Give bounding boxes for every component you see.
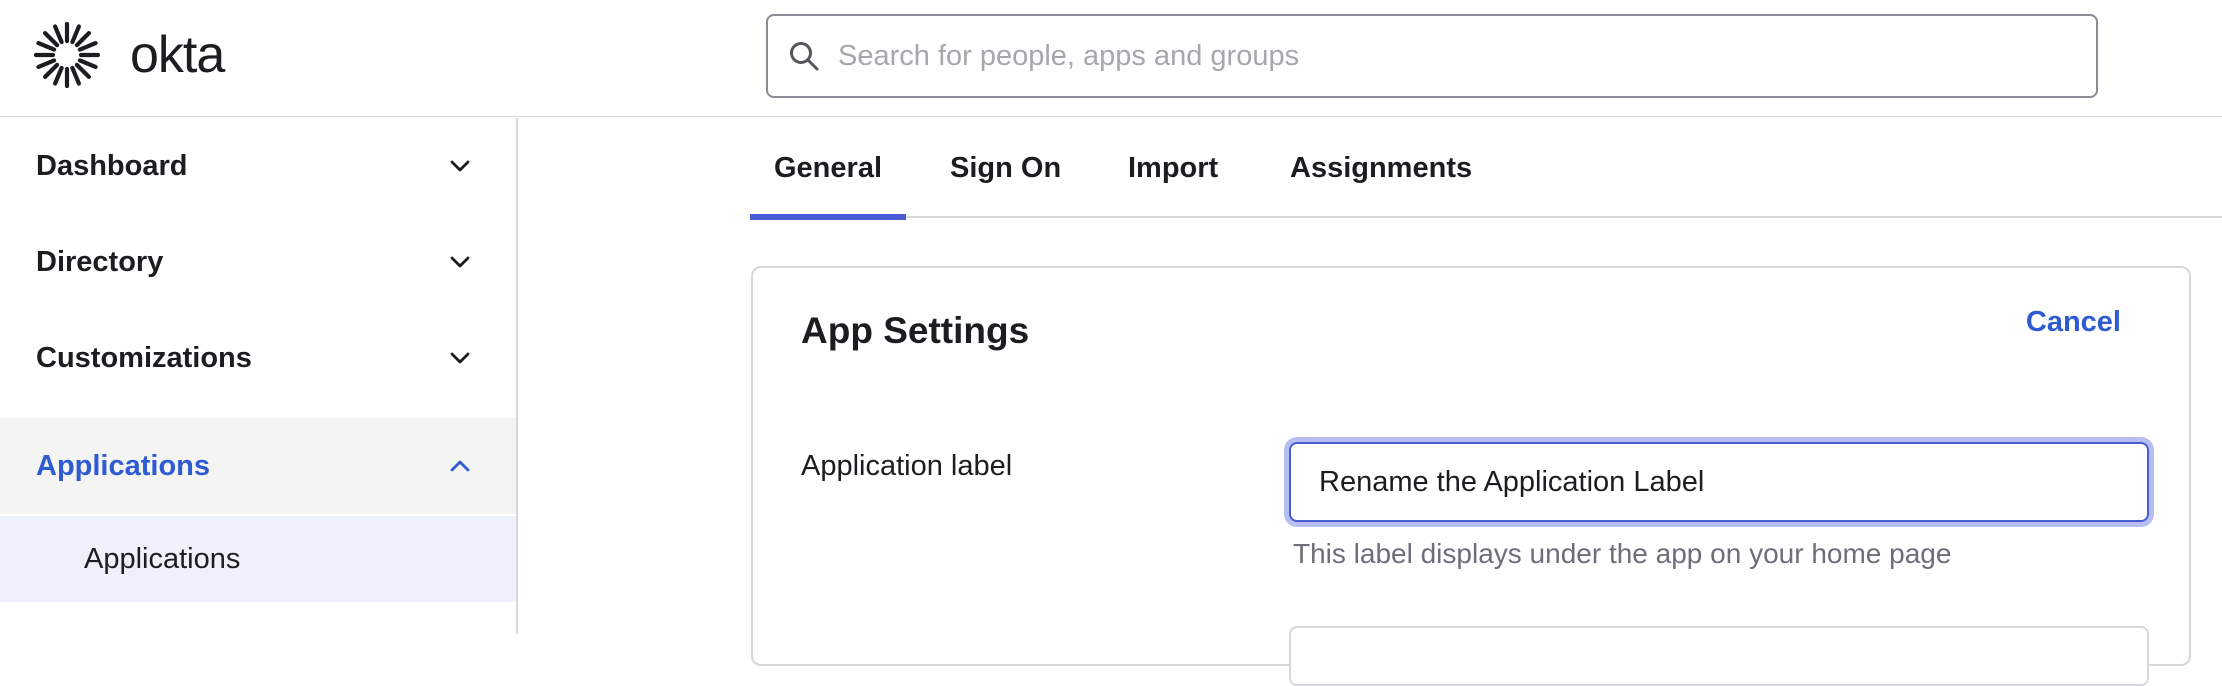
application-label-input[interactable]	[1289, 442, 2149, 522]
sidebar-item-directory[interactable]: Directory	[0, 214, 516, 310]
chevron-down-icon	[450, 352, 470, 364]
sidebar-subitem-label: Applications	[84, 542, 241, 575]
app-tabs: General Sign On Import Assignments	[750, 118, 2222, 220]
chevron-down-icon	[450, 256, 470, 268]
okta-sunburst-logo-icon	[34, 22, 100, 88]
cancel-button[interactable]: Cancel	[2026, 306, 2121, 339]
sidebar-item-label: Customizations	[36, 341, 252, 374]
tab-sign-on[interactable]: Sign On	[926, 118, 1085, 218]
tab-general[interactable]: General	[750, 118, 906, 220]
sidebar-item-customizations[interactable]: Customizations	[0, 310, 516, 406]
sidebar: Dashboard Directory Customizations Appli…	[0, 118, 518, 634]
sidebar-subitem-applications[interactable]: Applications	[0, 516, 516, 602]
sidebar-item-applications[interactable]: Applications	[0, 418, 516, 514]
okta-logo[interactable]: okta	[34, 22, 225, 88]
top-header: okta	[0, 0, 2222, 117]
search-input[interactable]	[838, 39, 2038, 73]
application-label-label: Application label	[801, 450, 1013, 482]
panel-title: App Settings	[801, 310, 1030, 351]
app-settings-panel: App Settings Cancel Application label Th…	[751, 266, 2191, 686]
sidebar-item-label: Dashboard	[36, 149, 188, 182]
logo-wordmark: okta	[130, 26, 225, 84]
tab-import[interactable]: Import	[1104, 118, 1242, 218]
chevron-up-icon	[450, 460, 470, 472]
tab-assignments[interactable]: Assignments	[1266, 118, 1496, 218]
next-field-input[interactable]	[1289, 626, 2149, 686]
sidebar-item-label: Directory	[36, 245, 164, 278]
sidebar-item-label: Applications	[36, 449, 211, 482]
search-icon	[790, 42, 819, 71]
sidebar-item-dashboard[interactable]: Dashboard	[0, 118, 516, 214]
chevron-down-icon	[450, 160, 470, 172]
application-label-help: This label displays under the app on you…	[1293, 538, 1952, 569]
global-search[interactable]	[766, 14, 2098, 98]
